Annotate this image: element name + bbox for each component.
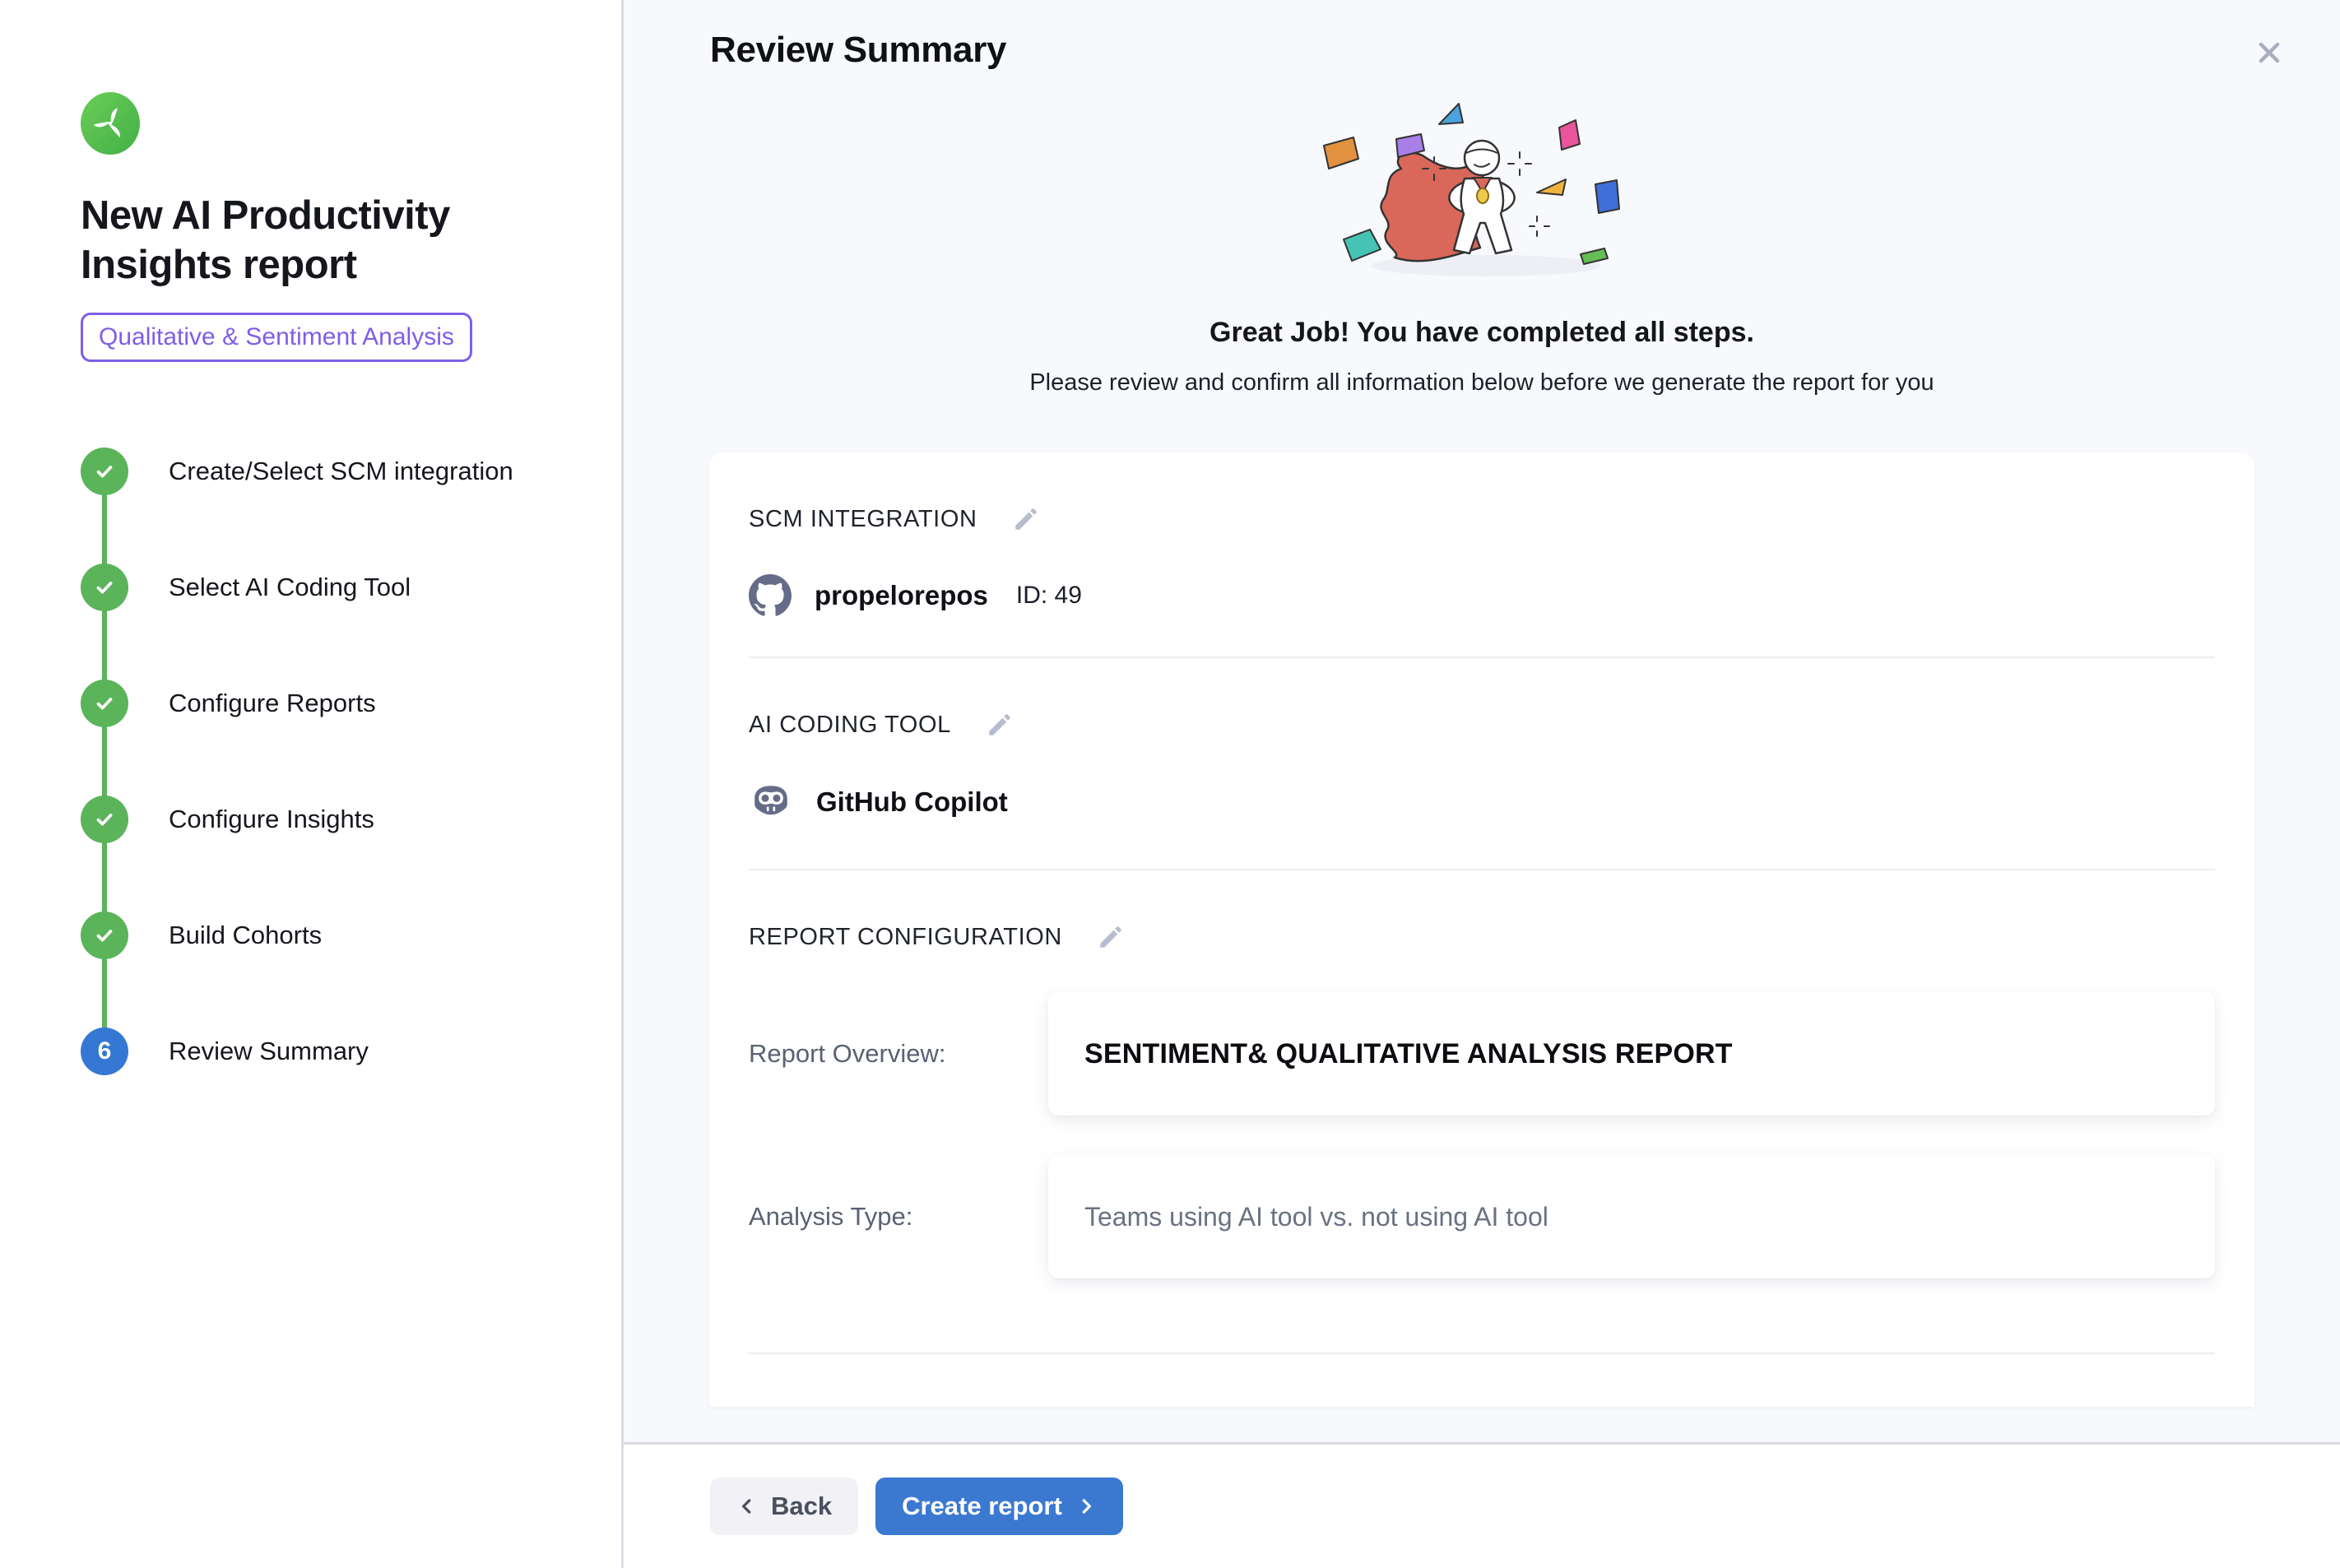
step-configure-insights[interactable]: Configure Insights: [81, 796, 588, 843]
report-config-section-header: REPORT CONFIGURATION: [749, 921, 2215, 953]
edit-report-config-button[interactable]: [1095, 921, 1126, 953]
ai-tool-row: GitHub Copilot: [749, 780, 2215, 824]
panel-header: Review Summary: [624, 0, 2340, 78]
congrats-subheading: Please review and confirm all informatio…: [1029, 369, 1934, 397]
propeller-logo-icon: [81, 92, 140, 155]
step-done-circle: [81, 796, 128, 843]
edit-ai-tool-button[interactable]: [984, 709, 1015, 740]
step-build-cohorts[interactable]: Build Cohorts: [81, 912, 588, 959]
step-label: Configure Insights: [169, 805, 374, 834]
back-button[interactable]: Back: [710, 1478, 858, 1535]
step-label: Review Summary: [169, 1037, 369, 1066]
analysis-type-row: Analysis Type: Teams using AI tool vs. n…: [749, 1155, 2215, 1278]
create-report-button[interactable]: Create report: [875, 1478, 1123, 1535]
report-config-section-label: REPORT CONFIGURATION: [749, 924, 1062, 951]
chevron-right-icon: [1075, 1496, 1097, 1517]
section-divider: [749, 1352, 2215, 1354]
step-review-summary[interactable]: 6 Review Summary: [81, 1028, 588, 1075]
analysis-type-value-box: Teams using AI tool vs. not using AI too…: [1048, 1155, 2215, 1278]
report-overview-value: SENTIMENT& QUALITATIVE ANALYSIS REPORT: [1084, 1038, 1733, 1070]
analysis-type-value: Teams using AI tool vs. not using AI too…: [1084, 1202, 1548, 1232]
step-done-circle: [81, 912, 128, 959]
chevron-left-icon: [736, 1496, 758, 1517]
report-overview-label: Report Overview:: [749, 1039, 1048, 1069]
section-divider: [749, 656, 2215, 658]
close-button[interactable]: [2246, 30, 2292, 78]
review-summary-panel: Review Summary: [624, 0, 2340, 1568]
ai-tool-name: GitHub Copilot: [816, 786, 1008, 818]
step-number: 6: [98, 1037, 112, 1065]
step-label: Select AI Coding Tool: [169, 573, 411, 602]
scm-section-label: SCM INTEGRATION: [749, 506, 977, 533]
section-divider: [749, 869, 2215, 870]
step-configure-reports[interactable]: Configure Reports: [81, 680, 588, 727]
scm-integration-row: propelorepos ID: 49: [749, 574, 2215, 617]
scm-integration-name: propelorepos: [815, 580, 988, 611]
congrats-heading: Great Job! You have completed all steps.: [1209, 317, 1754, 349]
github-octocat-icon: [749, 574, 792, 617]
ai-tool-section-header: AI CODING TOOL: [749, 709, 2215, 740]
check-icon: [92, 923, 117, 948]
wizard-steps: Create/Select SCM integration Select AI …: [81, 448, 588, 1075]
review-summary-content: Review Summary: [624, 0, 2340, 1442]
step-label: Build Cohorts: [169, 921, 322, 950]
check-icon: [92, 575, 117, 600]
pencil-icon: [986, 711, 1014, 739]
scm-section-header: SCM INTEGRATION: [749, 452, 2215, 535]
check-icon: [92, 691, 117, 716]
github-copilot-icon: [749, 780, 793, 824]
check-icon: [92, 807, 117, 832]
create-report-label: Create report: [902, 1491, 1062, 1521]
step-done-circle: [81, 680, 128, 727]
wizard-footer: Back Create report: [624, 1442, 2340, 1568]
step-create-select-scm[interactable]: Create/Select SCM integration: [81, 448, 588, 495]
ai-tool-section-label: AI CODING TOOL: [749, 712, 951, 739]
step-select-ai-tool[interactable]: Select AI Coding Tool: [81, 564, 588, 611]
scm-integration-id: ID: 49: [1016, 582, 1082, 610]
step-label: Create/Select SCM integration: [169, 457, 513, 486]
report-overview-row: Report Overview: SENTIMENT& QUALITATIVE …: [749, 992, 2215, 1116]
celebration-hero-illustration: [1301, 100, 1663, 281]
propeller-icon: [92, 105, 128, 141]
step-done-circle: [81, 448, 128, 495]
panel-title: Review Summary: [710, 30, 1006, 71]
report-wizard-title: New AI Productivity Insights report: [81, 191, 525, 290]
pencil-icon: [1012, 505, 1040, 533]
edit-scm-button[interactable]: [1010, 503, 1042, 535]
close-icon: [2251, 35, 2287, 71]
back-button-label: Back: [771, 1491, 832, 1521]
summary-card: SCM INTEGRATION propelorepos ID: 49 AI C…: [709, 452, 2254, 1407]
step-connector-line: [102, 471, 107, 1051]
pencil-icon: [1097, 923, 1125, 951]
analysis-type-label: Analysis Type:: [749, 1202, 1048, 1232]
analysis-type-badge: Qualitative & Sentiment Analysis: [81, 313, 472, 362]
wizard-sidebar: New AI Productivity Insights report Qual…: [0, 0, 624, 1568]
step-done-circle: [81, 564, 128, 611]
check-icon: [92, 459, 117, 484]
step-label: Configure Reports: [169, 689, 376, 718]
step-current-circle: 6: [81, 1028, 128, 1075]
report-overview-value-box: SENTIMENT& QUALITATIVE ANALYSIS REPORT: [1048, 992, 2215, 1116]
